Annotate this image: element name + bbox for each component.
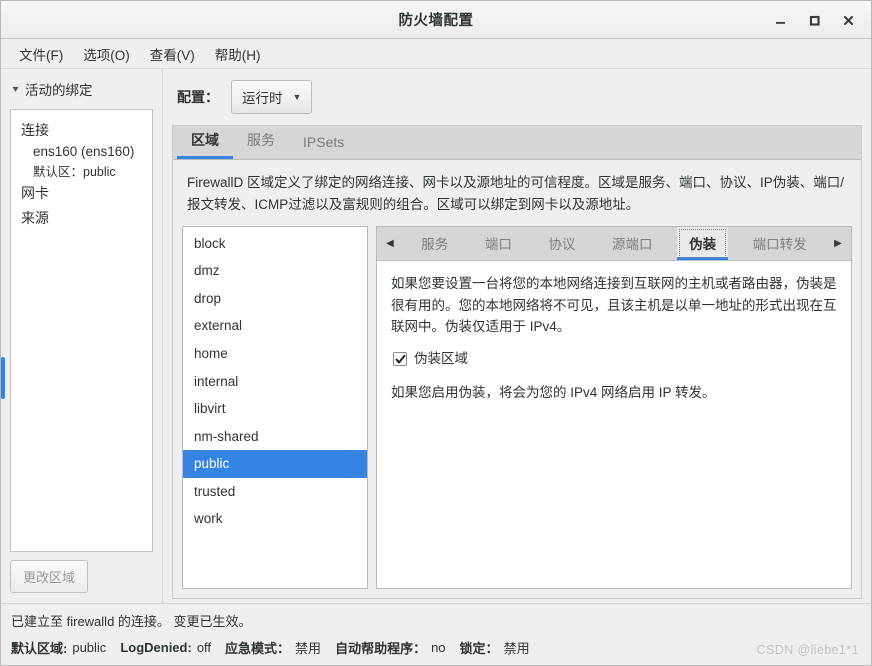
- masquerade-zone-checkbox[interactable]: [393, 352, 407, 367]
- sidebar: ▾ 活动的绑定 连接 ens160 (ens160) 默认区：public 网卡…: [1, 69, 163, 603]
- tab-ipsets[interactable]: IPSets: [289, 127, 358, 159]
- binding-group-interfaces[interactable]: 网卡: [11, 181, 152, 206]
- change-zone-button[interactable]: 更改区域: [10, 560, 89, 593]
- status-automatic-helpers-value: no: [431, 640, 446, 655]
- zone-item-internal[interactable]: internal: [183, 368, 367, 396]
- sidebar-scrollbar[interactable]: [1, 357, 5, 399]
- window-controls: [763, 1, 865, 39]
- titlebar: 防火墙配置: [1, 1, 871, 39]
- close-button[interactable]: [831, 5, 865, 35]
- active-bindings-header[interactable]: ▾ 活动的绑定: [1, 69, 162, 109]
- main-tabbar: 区域 服务 IPSets: [173, 126, 861, 160]
- window-title: 防火墙配置: [398, 13, 474, 29]
- status-lockdown-key: 锁定：: [459, 641, 499, 656]
- status-logdenied-key: LogDenied:: [120, 640, 192, 655]
- zone-item-home[interactable]: home: [183, 340, 367, 368]
- binding-list[interactable]: 连接 ens160 (ens160) 默认区：public 网卡 来源: [10, 109, 153, 552]
- zone-item-work[interactable]: work: [183, 505, 367, 533]
- subtab-source-ports[interactable]: 源端口: [600, 227, 665, 260]
- menu-file[interactable]: 文件(F): [9, 41, 73, 67]
- tab-services[interactable]: 服务: [233, 123, 289, 159]
- chevron-down-icon: ▾: [12, 83, 19, 95]
- zone-item-public[interactable]: public: [183, 450, 367, 478]
- masquerade-pane: 如果您要设置一台将您的本地网络连接到互联网的主机或者路由器，伪装是很有用的。您的…: [377, 260, 851, 588]
- zone-item-trusted[interactable]: trusted: [183, 478, 367, 506]
- configuration-label: 配置：: [177, 89, 219, 105]
- binding-group-connections[interactable]: 连接: [11, 118, 152, 143]
- configuration-row: 配置： 运行时 ▼: [163, 69, 871, 125]
- subtab-masquerading[interactable]: 伪装: [677, 226, 729, 260]
- active-bindings-label: 活动的绑定: [25, 83, 93, 98]
- maximize-icon: [808, 14, 821, 27]
- zone-item-libvirt[interactable]: libvirt: [183, 395, 367, 423]
- menubar: 文件(F) 选项(O) 查看(V) 帮助(H): [1, 39, 871, 69]
- zone-detail-pane: ◀ 服务 端口 协议 源端口 伪装 端口转发 ▶ 如果您要设置一台将您的本地网络…: [376, 225, 852, 589]
- zones-panel: 区域 服务 IPSets FirewallD 区域定义了绑定的网络连接、网卡以及…: [172, 125, 862, 599]
- binding-connection-default-zone: 默认区：public: [33, 165, 116, 179]
- tab-scroll-right-icon[interactable]: ▶: [825, 227, 851, 260]
- masquerade-zone-checkbox-row[interactable]: 伪装区域: [393, 348, 837, 370]
- status-message: 已建立至 firewalld 的连接。 变更已生效。: [11, 614, 252, 629]
- maximize-button[interactable]: [797, 5, 831, 35]
- subtab-port-forwarding[interactable]: 端口转发: [741, 227, 819, 260]
- zone-item-drop[interactable]: drop: [183, 285, 367, 313]
- main-area: 配置： 运行时 ▼ 区域 服务 IPSets FirewallD 区域定义了绑定…: [163, 69, 871, 603]
- checkmark-icon: [395, 354, 406, 365]
- subtab-ports[interactable]: 端口: [473, 227, 524, 260]
- status-logdenied-value: off: [196, 640, 212, 655]
- minimize-button[interactable]: [763, 5, 797, 35]
- binding-group-sources[interactable]: 来源: [11, 206, 152, 231]
- status-fields: 默认区域: public LogDenied: off 应急模式： 禁用 自动帮…: [11, 638, 861, 657]
- status-panic-mode-value: 禁用: [295, 641, 322, 656]
- menu-view[interactable]: 查看(V): [140, 41, 205, 67]
- change-zone-wrap: 更改区域: [1, 552, 162, 603]
- tab-scroll-left-icon[interactable]: ◀: [377, 227, 403, 260]
- zones-description: FirewallD 区域定义了绑定的网络连接、网卡以及源地址的可信程度。区域是服…: [187, 175, 845, 212]
- zone-item-external[interactable]: external: [183, 312, 367, 340]
- zones-split: block dmz drop external home internal li…: [173, 225, 861, 598]
- close-icon: [842, 14, 855, 27]
- binding-connection-ens160[interactable]: ens160 (ens160): [11, 143, 152, 160]
- configuration-select-value: 运行时: [242, 91, 283, 106]
- masquerade-description: 如果您要设置一台将您的本地网络连接到互联网的主机或者路由器，伪装是很有用的。您的…: [391, 275, 837, 335]
- subtab-protocols[interactable]: 协议: [536, 227, 587, 260]
- zone-item-dmz[interactable]: dmz: [183, 257, 367, 285]
- chevron-down-icon: ▼: [292, 92, 302, 102]
- status-default-zone-value: public: [72, 640, 107, 655]
- status-automatic-helpers-key: 自动帮助程序：: [335, 641, 427, 656]
- zone-item-nm-shared[interactable]: nm-shared: [183, 423, 367, 451]
- subtab-services[interactable]: 服务: [409, 227, 460, 260]
- status-lockdown-value: 禁用: [503, 641, 530, 656]
- statusbar: 已建立至 firewalld 的连接。 变更已生效。 默认区域: public …: [1, 603, 871, 665]
- zone-detail-tabbar: ◀ 服务 端口 协议 源端口 伪装 端口转发 ▶: [377, 226, 851, 261]
- configuration-select[interactable]: 运行时 ▼: [231, 80, 313, 114]
- masquerade-zone-label: 伪装区域: [414, 351, 468, 367]
- watermark: CSDN @liebe1*1: [756, 643, 859, 657]
- minimize-icon: [774, 14, 787, 27]
- status-default-zone-key: 默认区域:: [11, 641, 68, 656]
- firewall-config-window: 防火墙配置 文件(F) 选项(O) 查看(V) 帮助(H) ▾ 活动的绑定 连接…: [0, 0, 872, 666]
- zone-list[interactable]: block dmz drop external home internal li…: [182, 225, 368, 589]
- zone-detail-tabs: 服务 端口 协议 源端口 伪装 端口转发: [403, 226, 825, 260]
- zone-item-block[interactable]: block: [183, 230, 367, 258]
- menu-options[interactable]: 选项(O): [73, 41, 140, 67]
- tab-zones[interactable]: 区域: [177, 123, 233, 159]
- body: ▾ 活动的绑定 连接 ens160 (ens160) 默认区：public 网卡…: [1, 69, 871, 603]
- status-panic-mode-key: 应急模式：: [225, 641, 291, 656]
- menu-help[interactable]: 帮助(H): [205, 41, 271, 67]
- masquerade-note: 如果您启用伪装，将会为您的 IPv4 网络启用 IP 转发。: [391, 385, 716, 401]
